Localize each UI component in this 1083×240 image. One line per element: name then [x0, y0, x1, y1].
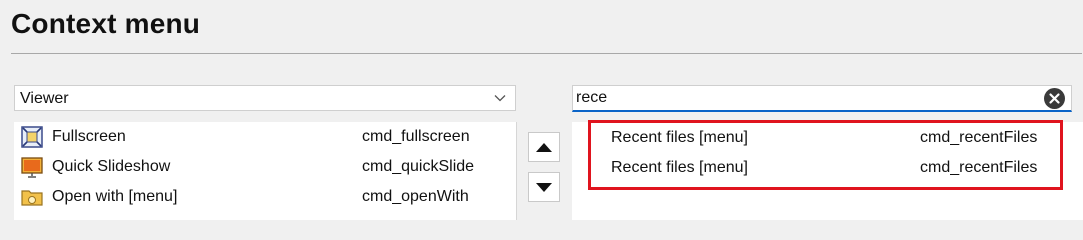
item-command: cmd_recentFiles — [920, 129, 1038, 146]
move-down-button[interactable] — [528, 172, 560, 202]
item-command: cmd_openWith — [362, 188, 469, 205]
item-label: Recent files [menu] — [611, 129, 748, 146]
list-item[interactable]: Fullscreen cmd_fullscreen — [14, 122, 516, 152]
item-label: Fullscreen — [52, 128, 126, 145]
available-commands-list[interactable]: Fullscreen cmd_fullscreen Quick Slidesho… — [14, 122, 517, 220]
triangle-up-icon — [536, 143, 552, 152]
dropdown-value: Viewer — [20, 90, 69, 107]
close-icon — [1049, 93, 1060, 104]
list-item[interactable]: Open with [menu] cmd_openWith — [14, 182, 516, 212]
item-command: cmd_quickSlide — [362, 158, 475, 175]
item-label: Quick Slideshow — [52, 158, 171, 175]
list-item[interactable]: Recent files [menu] cmd_recentFiles — [592, 123, 1062, 153]
title-divider — [11, 53, 1082, 54]
menu-category-dropdown[interactable]: Viewer — [14, 85, 516, 111]
fullscreen-icon — [21, 126, 43, 148]
item-command: cmd_fullscreen — [362, 128, 470, 145]
search-input[interactable] — [575, 87, 1036, 109]
item-command: cmd_recentFiles — [920, 159, 1038, 176]
item-label: Open with [menu] — [52, 188, 178, 205]
search-field[interactable] — [572, 85, 1072, 112]
slideshow-icon — [21, 157, 43, 178]
chevron-down-icon — [494, 95, 506, 102]
list-item[interactable]: Recent files [menu] cmd_recentFiles — [592, 153, 1062, 183]
list-item[interactable]: Quick Slideshow cmd_quickSlide — [14, 152, 516, 182]
move-up-button[interactable] — [528, 132, 560, 162]
folder-icon — [21, 190, 43, 206]
clear-search-button[interactable] — [1044, 88, 1065, 109]
triangle-down-icon — [536, 183, 552, 192]
item-label: Recent files [menu] — [611, 159, 748, 176]
page-title: Context menu — [11, 8, 201, 39]
